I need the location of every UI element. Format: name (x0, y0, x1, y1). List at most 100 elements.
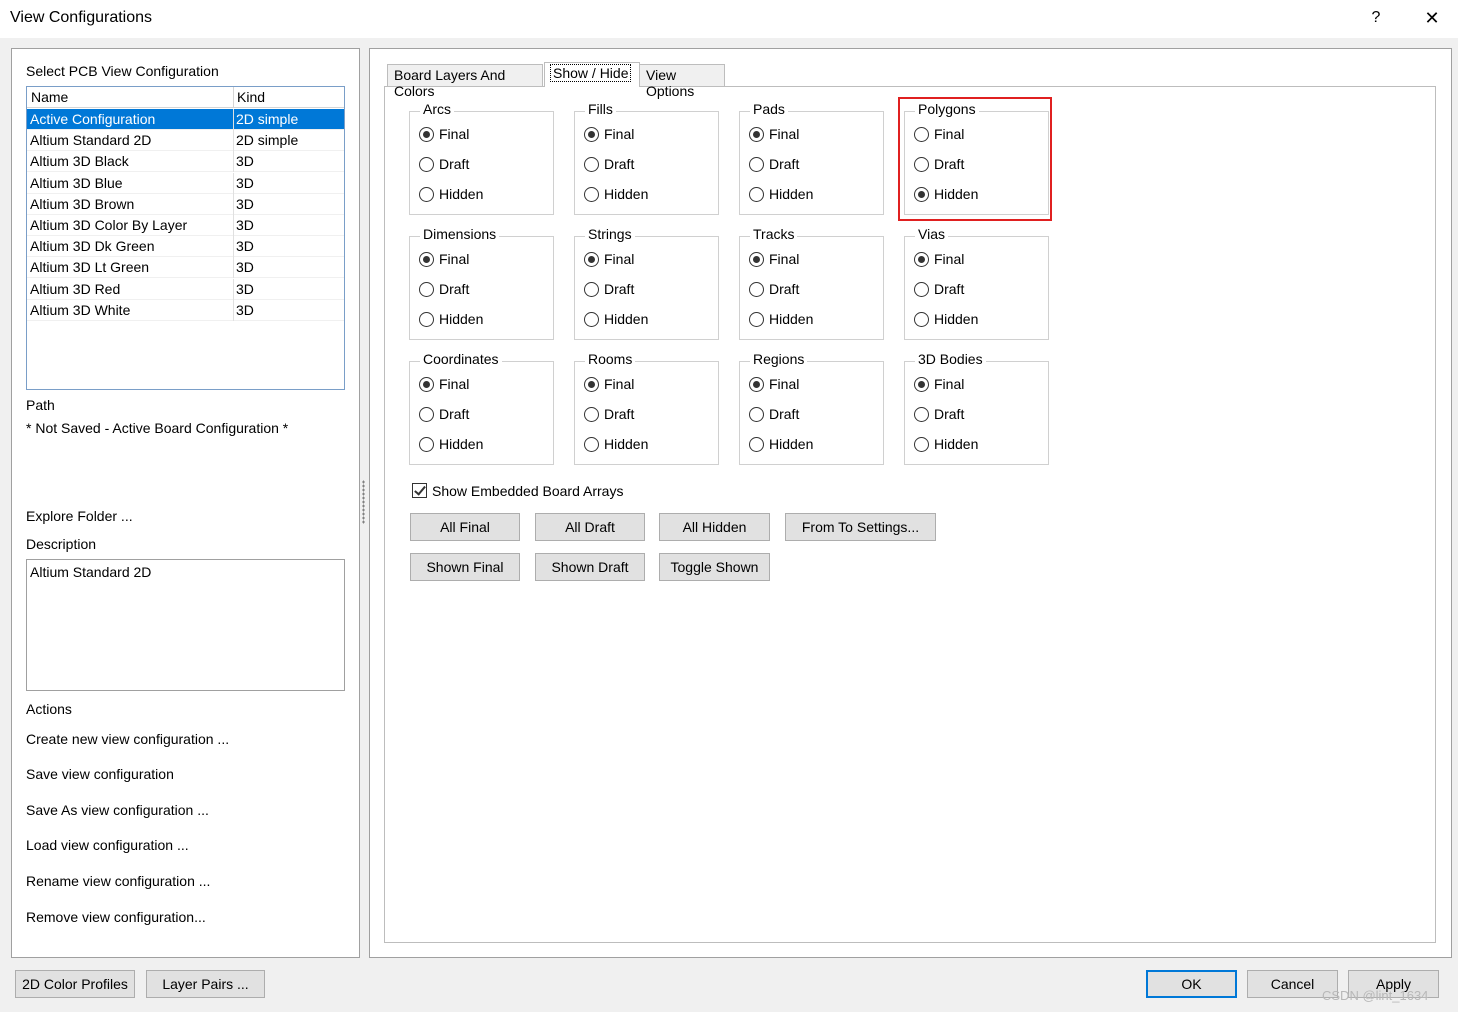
tab-show-hide[interactable]: Show / Hide (544, 62, 640, 87)
radio-button-circle[interactable] (584, 127, 599, 142)
2d-color-profiles-button[interactable]: 2D Color Profiles (15, 970, 135, 998)
radio-button-circle[interactable] (914, 312, 929, 327)
layer-pairs-button[interactable]: Layer Pairs ... (146, 970, 265, 998)
radio-button-circle[interactable] (419, 127, 434, 142)
radio-hidden[interactable]: Hidden (419, 310, 519, 330)
tab-view-options[interactable]: View Options (639, 64, 725, 99)
radio-hidden[interactable]: Hidden (749, 310, 849, 330)
radio-button-circle[interactable] (419, 187, 434, 202)
radio-hidden[interactable]: Hidden (914, 310, 1014, 330)
radio-button-circle[interactable] (749, 127, 764, 142)
radio-button-circle[interactable] (749, 187, 764, 202)
table-row[interactable]: Altium 3D Red 3D (27, 278, 344, 300)
shown-draft-button[interactable]: Shown Draft (535, 553, 645, 581)
radio-button-circle[interactable] (749, 157, 764, 172)
table-row[interactable]: Altium Standard 2D 2D simple (27, 130, 344, 152)
action-link[interactable]: Remove view configuration... (26, 909, 206, 925)
radio-draft[interactable]: Draft (584, 155, 684, 175)
table-row[interactable]: Altium 3D Lt Green 3D (27, 257, 344, 279)
radio-final[interactable]: Final (419, 250, 519, 270)
radio-hidden[interactable]: Hidden (749, 435, 849, 455)
action-link[interactable]: Rename view configuration ... (26, 873, 210, 889)
all-hidden-button[interactable]: All Hidden (659, 513, 770, 541)
radio-button-circle[interactable] (419, 437, 434, 452)
radio-button-circle[interactable] (749, 312, 764, 327)
table-row[interactable]: Altium 3D Brown 3D (27, 193, 344, 215)
radio-hidden[interactable]: Hidden (584, 435, 684, 455)
radio-final[interactable]: Final (419, 375, 519, 395)
table-row[interactable]: Altium 3D Color By Layer 3D (27, 215, 344, 236)
radio-button-circle[interactable] (914, 437, 929, 452)
tab-board-layers-and-colors[interactable]: Board Layers And Colors (387, 64, 543, 99)
radio-draft[interactable]: Draft (749, 405, 849, 425)
radio-button-circle[interactable] (419, 407, 434, 422)
table-row[interactable]: Altium 3D Dk Green 3D (27, 236, 344, 258)
column-separator[interactable] (233, 87, 234, 108)
radio-hidden[interactable]: Hidden (584, 185, 684, 205)
column-header-name[interactable]: Name (31, 89, 68, 105)
from-to-settings-button[interactable]: From To Settings... (785, 513, 936, 541)
radio-draft[interactable]: Draft (749, 280, 849, 300)
config-list[interactable]: Name Kind Active Configuration 2D simple A… (26, 86, 345, 390)
radio-final[interactable]: Final (749, 375, 849, 395)
radio-button-circle[interactable] (419, 377, 434, 392)
radio-hidden[interactable]: Hidden (419, 185, 519, 205)
action-link[interactable]: Create new view configuration ... (26, 731, 229, 747)
radio-hidden[interactable]: Hidden (584, 310, 684, 330)
radio-button-circle[interactable] (749, 252, 764, 267)
action-link[interactable]: Save view configuration (26, 766, 174, 782)
radio-button-circle[interactable] (419, 252, 434, 267)
radio-hidden[interactable]: Hidden (749, 185, 849, 205)
radio-button-circle[interactable] (749, 377, 764, 392)
table-row[interactable]: Altium 3D Blue 3D (27, 172, 344, 194)
show-embedded-board-arrays-checkbox[interactable] (412, 483, 427, 498)
radio-final[interactable]: Final (749, 125, 849, 145)
radio-button-circle[interactable] (419, 157, 434, 172)
action-link[interactable]: Load view configuration ... (26, 837, 189, 853)
radio-button-circle[interactable] (584, 377, 599, 392)
radio-button-circle[interactable] (584, 187, 599, 202)
radio-hidden[interactable]: Hidden (419, 435, 519, 455)
radio-button-circle[interactable] (584, 312, 599, 327)
radio-hidden[interactable]: Hidden (914, 435, 1014, 455)
radio-button-circle[interactable] (584, 407, 599, 422)
radio-button-circle[interactable] (584, 437, 599, 452)
panel-splitter-handle[interactable] (362, 480, 365, 524)
radio-button-circle[interactable] (749, 437, 764, 452)
radio-final[interactable]: Final (584, 125, 684, 145)
radio-final[interactable]: Final (584, 250, 684, 270)
radio-draft[interactable]: Draft (914, 280, 1014, 300)
radio-final[interactable]: Final (749, 250, 849, 270)
radio-draft[interactable]: Draft (584, 405, 684, 425)
radio-button-circle[interactable] (914, 407, 929, 422)
radio-button-circle[interactable] (749, 282, 764, 297)
radio-final[interactable]: Final (914, 375, 1014, 395)
radio-button-circle[interactable] (749, 407, 764, 422)
toggle-shown-button[interactable]: Toggle Shown (659, 553, 770, 581)
radio-button-circle[interactable] (914, 377, 929, 392)
column-header-kind[interactable]: Kind (237, 89, 265, 105)
radio-draft[interactable]: Draft (419, 280, 519, 300)
all-draft-button[interactable]: All Draft (535, 513, 645, 541)
radio-button-circle[interactable] (584, 252, 599, 267)
description-textbox[interactable]: Altium Standard 2D (26, 559, 345, 691)
radio-draft[interactable]: Draft (914, 405, 1014, 425)
radio-button-circle[interactable] (419, 282, 434, 297)
radio-button-circle[interactable] (584, 282, 599, 297)
help-button[interactable]: ? (1362, 4, 1390, 32)
table-row[interactable]: Altium 3D Black 3D (27, 151, 344, 173)
table-row[interactable]: Active Configuration 2D simple (27, 109, 344, 130)
radio-final[interactable]: Final (914, 250, 1014, 270)
radio-button-circle[interactable] (914, 282, 929, 297)
table-row[interactable]: Altium 3D White 3D (27, 299, 344, 321)
ok-button[interactable]: OK (1146, 970, 1237, 998)
action-link[interactable]: Save As view configuration ... (26, 802, 209, 818)
radio-draft[interactable]: Draft (419, 405, 519, 425)
explore-folder-link[interactable]: Explore Folder ... (26, 508, 133, 524)
radio-button-circle[interactable] (584, 157, 599, 172)
radio-final[interactable]: Final (419, 125, 519, 145)
shown-final-button[interactable]: Shown Final (410, 553, 520, 581)
radio-draft[interactable]: Draft (419, 155, 519, 175)
radio-final[interactable]: Final (584, 375, 684, 395)
radio-button-circle[interactable] (914, 252, 929, 267)
